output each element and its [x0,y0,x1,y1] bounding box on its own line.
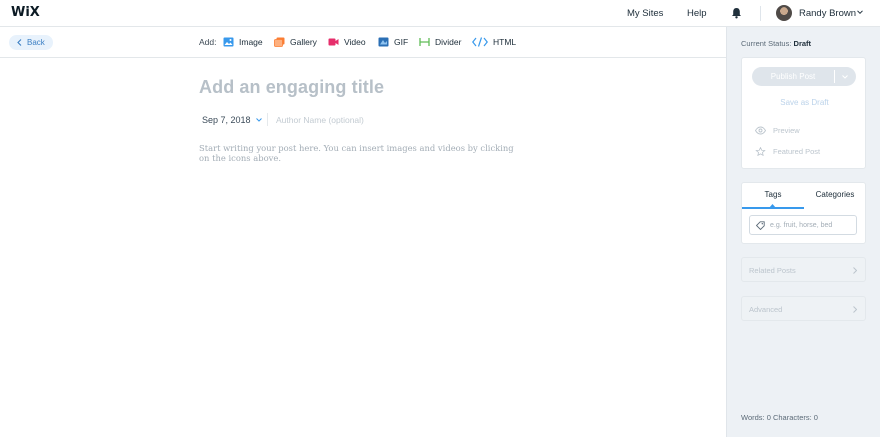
add-divider-button[interactable]: Divider [419,35,461,49]
topbar-divider [760,6,761,21]
chevron-right-icon [853,306,857,313]
top-bar: WiX My Sites Help Randy Brown [0,0,880,27]
publish-button-group: Publish Post [752,67,856,86]
publish-button[interactable]: Publish Post [752,67,834,86]
chevron-down-icon [255,118,262,122]
post-date-select[interactable]: Sep 7, 2018 [202,115,262,125]
featured-post-label: Featured Post [773,147,821,156]
help-link[interactable]: Help [687,8,707,19]
preview-label: Preview [773,126,800,135]
image-icon [223,37,234,47]
my-sites-link[interactable]: My Sites [627,8,663,19]
add-divider-label: Divider [435,37,462,47]
status-value: Draft [793,39,812,48]
back-button[interactable]: Back [9,35,53,50]
chevron-down-icon[interactable] [857,9,863,15]
editor-toolbar: Back Add: Image Gallery Video GIF Divide… [0,27,726,58]
advanced-label: Advanced [749,305,783,314]
user-name[interactable]: Randy Brown [799,8,856,19]
html-icon [472,37,488,47]
gallery-icon [274,37,285,47]
featured-post-toggle[interactable]: Featured Post [755,147,820,156]
date-author-divider [267,113,268,126]
status-label: Current Status: [741,39,792,48]
add-video-button[interactable]: Video [328,35,366,49]
publish-divider [834,70,835,83]
divider-icon [419,38,430,46]
tag-input[interactable]: e.g. fruit, horse, bed [749,215,857,235]
add-html-label: HTML [493,37,517,47]
save-draft-button[interactable]: Save as Draft [742,98,867,107]
advanced-section[interactable]: Advanced [741,296,866,321]
related-posts-label: Related Posts [749,266,796,275]
bell-icon[interactable] [731,7,742,19]
video-icon [328,38,339,46]
add-image-button[interactable]: Image [223,35,263,49]
avatar[interactable] [776,5,792,21]
word-count: Words: 0 Characters: 0 [741,413,818,422]
tag-input-placeholder: e.g. fruit, horse, bed [770,221,833,229]
add-gallery-button[interactable]: Gallery [274,35,317,49]
back-label: Back [27,38,45,47]
publish-card: Publish Post Save as Draft Preview Featu… [741,57,866,169]
settings-sidebar: Current Status: Draft Publish Post Save … [726,27,880,437]
post-body-input[interactable]: Start writing your post here. You can in… [199,143,519,163]
add-image-label: Image [239,37,263,47]
add-gif-label: GIF [394,37,409,47]
post-editor: Add an engaging title Sep 7, 2018 Author… [0,58,726,437]
eye-icon [755,126,766,135]
add-html-button[interactable]: HTML [472,35,516,49]
chevron-left-icon [17,39,22,46]
chevron-right-icon [853,267,857,274]
star-icon [755,147,766,156]
add-gallery-label: Gallery [290,37,317,47]
post-title-input[interactable]: Add an engaging title [199,77,384,98]
add-label: Add: [199,37,217,47]
preview-button[interactable]: Preview [755,126,800,135]
tags-categories-card: Tags Categories e.g. fruit, horse, bed [741,182,866,244]
author-name-input[interactable]: Author Name (optional) [276,115,364,125]
post-date-value: Sep 7, 2018 [202,115,251,125]
tab-categories[interactable]: Categories [804,183,866,209]
gif-icon [378,37,389,47]
add-video-label: Video [344,37,366,47]
active-tab-caret [769,204,776,208]
wix-logo[interactable]: WiX [11,5,40,20]
chevron-down-icon[interactable] [842,75,848,79]
add-gif-button[interactable]: GIF [378,35,408,49]
tag-icon [756,220,765,230]
related-posts-section[interactable]: Related Posts [741,257,866,282]
status-line: Current Status: Draft [741,39,811,48]
